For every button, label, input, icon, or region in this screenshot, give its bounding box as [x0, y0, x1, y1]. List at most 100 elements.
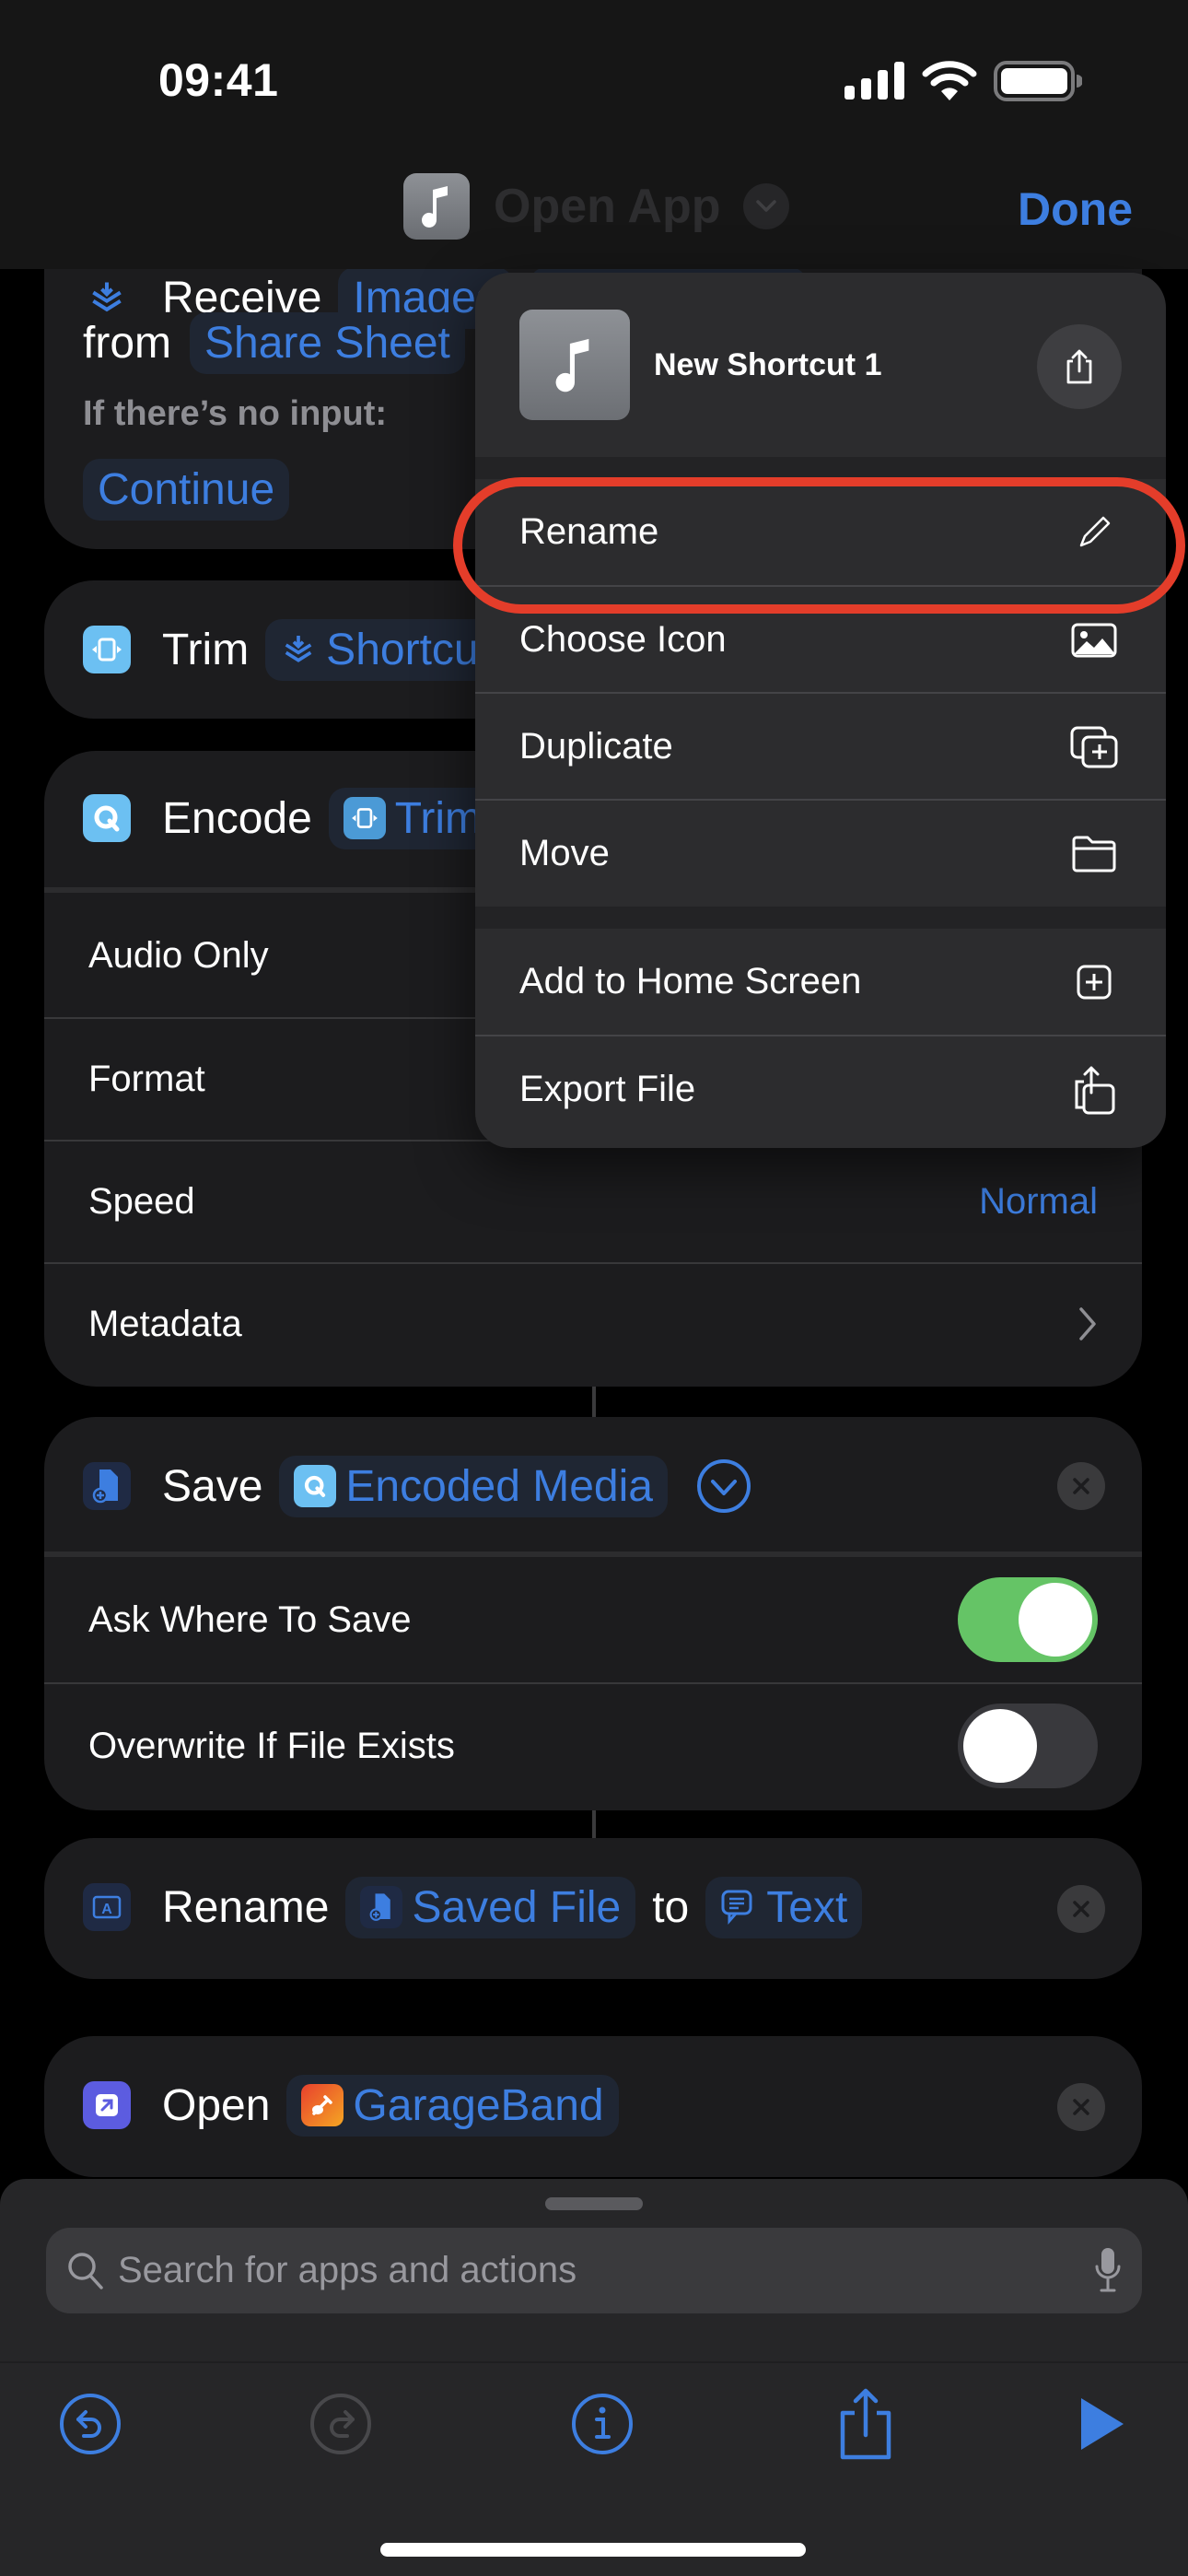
menu-section-gap — [475, 907, 1166, 929]
menu-item-label: Add to Home Screen — [519, 961, 862, 1001]
metadata-row[interactable]: Metadata — [44, 1262, 1142, 1384]
rename-input-label: Saved File — [412, 1882, 622, 1932]
continue-token[interactable]: Continue — [83, 459, 290, 521]
ask-where-row: Ask Where To Save — [44, 1557, 1142, 1682]
overwrite-label: Overwrite If File Exists — [88, 1725, 455, 1766]
garageband-icon — [301, 2084, 344, 2126]
close-icon — [1073, 1478, 1089, 1494]
shortcut-title: Open App — [494, 180, 721, 233]
speed-label: Speed — [88, 1180, 195, 1222]
chevron-down-icon — [742, 183, 789, 229]
battery-icon — [994, 61, 1082, 101]
play-icon — [1081, 2398, 1124, 2450]
save-header-row: Save Encoded Media — [44, 1454, 1142, 1518]
trim-media-icon — [343, 797, 386, 839]
action-search-sheet — [0, 2179, 1188, 2576]
undo-icon — [60, 2394, 121, 2454]
cellular-signal-icon — [844, 62, 904, 100]
menu-item-label: Rename — [519, 511, 659, 552]
action-connector — [592, 1810, 596, 1838]
open-header-row: Open GarageBand — [44, 2073, 1142, 2137]
done-button[interactable]: Done — [1018, 182, 1133, 236]
redo-button[interactable] — [304, 2387, 378, 2461]
music-note-icon — [519, 310, 630, 420]
shortcut-input-icon — [280, 631, 317, 668]
metadata-label: Metadata — [88, 1303, 242, 1344]
speed-value[interactable]: Normal — [979, 1181, 1098, 1223]
menu-item-label: Export File — [519, 1069, 696, 1109]
ask-where-toggle[interactable] — [958, 1577, 1098, 1662]
no-input-label: If there’s no input: — [83, 394, 388, 433]
folder-icon — [1068, 828, 1120, 880]
search-field[interactable] — [46, 2228, 1142, 2313]
rename-to-label: to — [652, 1882, 690, 1932]
chevron-down-circle-icon[interactable] — [695, 1458, 752, 1515]
run-button[interactable] — [1065, 2387, 1138, 2461]
share-button[interactable] — [829, 2387, 903, 2461]
menu-share-button[interactable] — [1037, 324, 1122, 409]
undo-button[interactable] — [53, 2387, 127, 2461]
audio-only-label: Audio Only — [88, 934, 269, 976]
open-app-label: GarageBand — [353, 2080, 604, 2130]
rename-file-icon: A — [83, 1883, 131, 1931]
ask-where-label: Ask Where To Save — [88, 1598, 412, 1640]
wifi-icon — [922, 61, 977, 100]
info-icon — [572, 2394, 633, 2454]
plus-square-icon — [1068, 956, 1120, 1008]
trim-media-icon — [83, 626, 131, 673]
svg-text:A: A — [101, 1902, 112, 1917]
duplicate-icon — [1068, 721, 1120, 773]
encode-title: Encode — [162, 793, 312, 843]
speed-row[interactable]: Speed Normal — [44, 1140, 1142, 1261]
text-bubble-icon — [720, 1889, 753, 1926]
shortcut-title-button[interactable]: Open App — [403, 173, 789, 240]
rename-header-row: A Rename Saved File to Text — [44, 1875, 1142, 1939]
info-button[interactable] — [565, 2387, 639, 2461]
from-label: from — [83, 318, 171, 368]
navigation-header: 09:41 Open App Done — [0, 0, 1188, 269]
trim-title: Trim — [162, 625, 250, 674]
music-note-icon — [403, 173, 470, 240]
continue-label: Continue — [98, 465, 275, 514]
open-app-token[interactable]: GarageBand — [286, 2074, 619, 2137]
save-input-token[interactable]: Encoded Media — [279, 1455, 668, 1517]
action-connector — [592, 1387, 596, 1417]
pencil-icon — [1068, 507, 1120, 558]
open-action-card[interactable]: Open GarageBand — [44, 2036, 1142, 2177]
menu-item-label: Choose Icon — [519, 619, 727, 660]
menu-item-label: Move — [519, 833, 610, 873]
sheet-grabber[interactable] — [545, 2197, 643, 2210]
rename-name-token[interactable]: Text — [705, 1876, 863, 1938]
save-action-card[interactable]: Save Encoded Media Ask Where To Save Ove… — [44, 1417, 1142, 1810]
open-app-icon — [83, 2081, 131, 2129]
export-file-icon — [1068, 1064, 1120, 1116]
remove-rename-action-button[interactable] — [1057, 1885, 1105, 1933]
menu-item-move[interactable]: Move — [475, 801, 1166, 907]
menu-item-export-file[interactable]: Export File — [475, 1036, 1166, 1142]
menu-item-rename[interactable]: Rename — [475, 479, 1166, 585]
open-title: Open — [162, 2080, 271, 2130]
microphone-icon[interactable] — [1094, 2246, 1122, 2299]
save-title: Save — [162, 1461, 263, 1511]
shortcut-name: New Shortcut 1 — [654, 346, 882, 382]
menu-section-gap — [475, 457, 1166, 479]
source-token[interactable]: Share Sheet — [190, 311, 465, 374]
remove-save-action-button[interactable] — [1057, 1462, 1105, 1510]
save-file-icon — [83, 1462, 131, 1510]
overwrite-row: Overwrite If File Exists — [44, 1682, 1142, 1808]
rename-title: Rename — [162, 1882, 330, 1932]
menu-item-duplicate[interactable]: Duplicate — [475, 694, 1166, 800]
menu-item-label: Duplicate — [519, 726, 673, 767]
save-input-label: Encoded Media — [345, 1461, 653, 1511]
home-indicator — [380, 2543, 806, 2557]
close-icon — [1073, 1901, 1089, 1917]
rename-input-token[interactable]: Saved File — [345, 1876, 636, 1938]
remove-open-action-button[interactable] — [1057, 2083, 1105, 2131]
search-input[interactable] — [118, 2250, 1039, 2291]
status-icons — [843, 61, 1082, 101]
photo-icon — [1068, 615, 1120, 666]
overwrite-toggle[interactable] — [958, 1704, 1098, 1788]
menu-item-choose-icon[interactable]: Choose Icon — [475, 587, 1166, 693]
rename-action-card[interactable]: A Rename Saved File to Text — [44, 1838, 1142, 1979]
menu-item-add-to-home-screen[interactable]: Add to Home Screen — [475, 929, 1166, 1035]
